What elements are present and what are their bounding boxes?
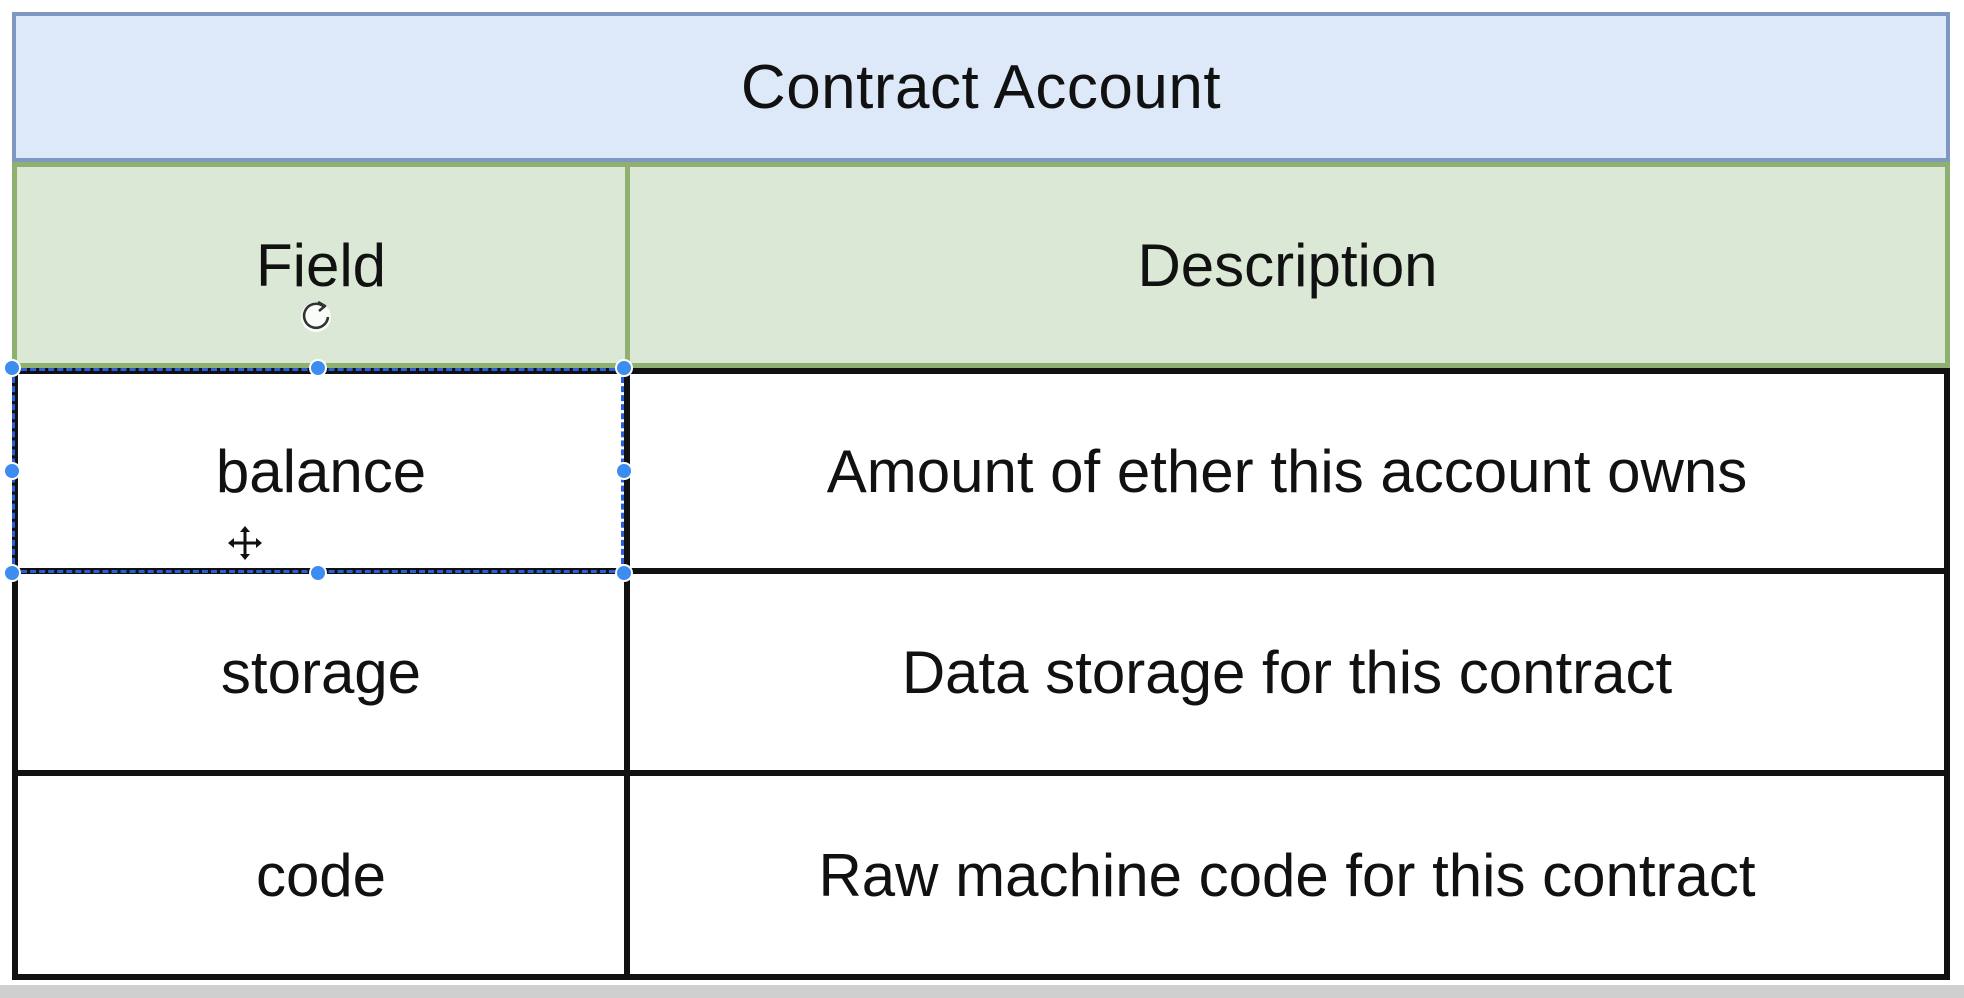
cell-field-code[interactable]: code (18, 776, 624, 974)
table-title: Contract Account (740, 52, 1222, 122)
bottom-edge (0, 985, 1964, 998)
resize-handle-right[interactable] (615, 462, 633, 480)
resize-handle-bottom-right[interactable] (615, 564, 633, 582)
rotate-handle-icon[interactable] (296, 296, 336, 336)
cell-description-storage[interactable]: Data storage for this contract (630, 574, 1944, 770)
cell-field-storage[interactable]: storage (18, 574, 624, 770)
cell-description-balance[interactable]: Amount of ether this account owns (630, 374, 1944, 568)
cell-field-balance[interactable]: balance (18, 374, 624, 568)
diagram-canvas[interactable]: Contract Account Field Description balan… (0, 0, 1964, 998)
cell-description-code[interactable]: Raw machine code for this contract (630, 776, 1944, 974)
resize-handle-bottom[interactable] (309, 564, 327, 582)
header-description[interactable]: Description (630, 167, 1945, 363)
resize-handle-top-right[interactable] (615, 359, 633, 377)
resize-handle-left[interactable] (3, 462, 21, 480)
table-title-bar[interactable]: Contract Account (12, 12, 1950, 162)
resize-handle-top[interactable] (309, 359, 327, 377)
resize-handle-bottom-left[interactable] (3, 564, 21, 582)
data-table: balance Amount of ether this account own… (12, 368, 1950, 980)
header-row[interactable]: Field Description (12, 162, 1950, 368)
move-cursor-icon (228, 526, 262, 560)
resize-handle-top-left[interactable] (3, 359, 21, 377)
